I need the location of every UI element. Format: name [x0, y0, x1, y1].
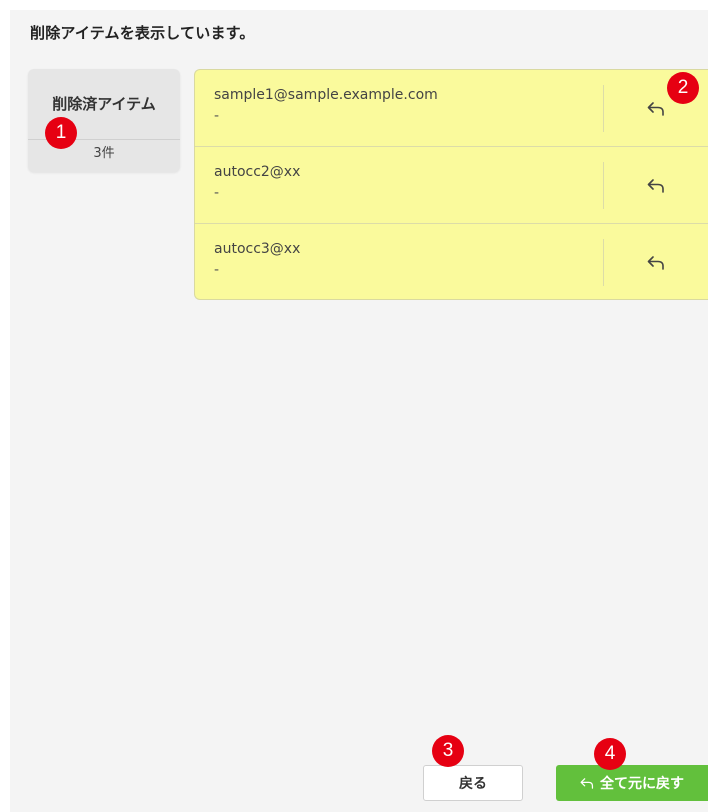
- restore-item-button[interactable]: [643, 250, 669, 276]
- annotation-badge: 4: [594, 738, 626, 770]
- annotation-badge: 1: [45, 117, 77, 149]
- restore-item-button[interactable]: [643, 96, 669, 122]
- list-item: autocc2@xx -: [195, 147, 708, 224]
- undo-icon: [647, 256, 664, 270]
- item-subtext: -: [214, 185, 220, 201]
- row-divider: [603, 162, 604, 209]
- row-divider: [603, 239, 604, 286]
- list-item: autocc3@xx -: [195, 224, 708, 299]
- item-email: sample1@sample.example.com: [214, 87, 438, 103]
- annotation-badge: 2: [667, 72, 699, 104]
- undo-icon: [647, 179, 664, 193]
- item-subtext: -: [214, 108, 220, 124]
- list-item: sample1@sample.example.com -: [195, 70, 708, 147]
- restore-item-button[interactable]: [643, 173, 669, 199]
- item-email: autocc2@xx: [214, 164, 301, 180]
- undo-icon: [647, 102, 664, 116]
- item-subtext: -: [214, 262, 220, 278]
- back-button[interactable]: 戻る: [423, 765, 523, 801]
- restore-all-button[interactable]: 全て元に戻す: [556, 765, 708, 801]
- deleted-items-list: sample1@sample.example.com - autocc2@xx …: [194, 69, 708, 300]
- row-divider: [603, 85, 604, 132]
- undo-icon: [580, 777, 594, 789]
- page-message: 削除アイテムを表示しています。: [30, 24, 255, 42]
- item-email: autocc3@xx: [214, 241, 301, 257]
- restore-all-label: 全て元に戻す: [600, 776, 684, 792]
- annotation-badge: 3: [432, 735, 464, 767]
